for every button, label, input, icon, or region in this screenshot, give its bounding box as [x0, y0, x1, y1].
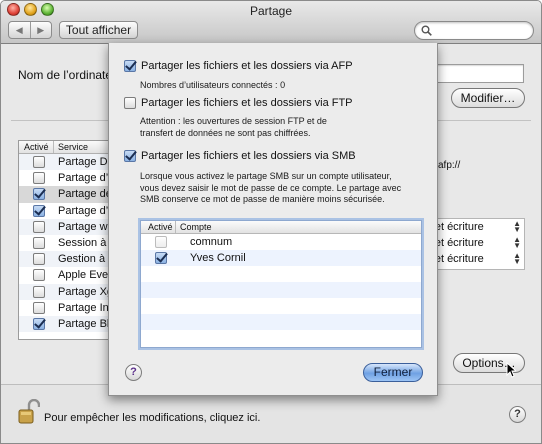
smb-checkbox[interactable] — [124, 150, 136, 162]
smb-warning-text: Lorsque vous activez le partage SMB sur … — [140, 171, 401, 206]
service-checkbox[interactable] — [33, 301, 45, 314]
service-checkbox[interactable] — [33, 317, 45, 330]
service-label: Partage D — [58, 156, 108, 169]
ftp-warning-line-1: Attention : les ouvertures de session FT… — [140, 116, 327, 126]
service-label: Partage de — [58, 188, 112, 201]
afp-sharing-checkbox-row[interactable]: Partager les fichiers et les dossiers vi… — [124, 60, 353, 72]
afp-checkbox[interactable] — [124, 60, 136, 72]
service-checkbox[interactable] — [33, 285, 45, 298]
popup-arrows-icon[interactable]: ▲ ▼ — [513, 236, 521, 250]
ftp-checkbox[interactable] — [124, 97, 136, 109]
lock-message[interactable]: Pour empêcher les modifications, cliquez… — [44, 412, 260, 424]
ftp-sharing-checkbox-row[interactable]: Partager les fichiers et les dossiers vi… — [124, 97, 353, 109]
smb-sharing-checkbox-row[interactable]: Partager les fichiers et les dossiers vi… — [124, 150, 356, 162]
ftp-sharing-label[interactable]: Partager les fichiers et les dossiers vi… — [141, 97, 353, 109]
account-name: Yves Cornil — [190, 252, 246, 264]
account-row[interactable] — [141, 298, 421, 314]
close-sheet-button[interactable]: Fermer — [363, 363, 423, 382]
mouse-cursor-icon — [506, 362, 516, 378]
service-label: Partage d’ — [58, 172, 109, 185]
help-button[interactable]: ? — [509, 406, 526, 423]
service-label: Partage we — [58, 220, 114, 233]
ftp-warning-line-2: transfert de données ne sont pas chiffré… — [140, 127, 311, 138]
service-label: Partage Xg — [58, 285, 114, 298]
show-all-button[interactable]: Tout afficher — [59, 21, 138, 39]
service-checkbox[interactable] — [33, 172, 45, 185]
search-field[interactable] — [414, 21, 534, 40]
service-checkbox[interactable] — [33, 237, 45, 250]
afp-users-text: Nombres d’utilisateurs connectés : 0 — [140, 80, 286, 90]
service-label: Session à — [58, 237, 107, 250]
service-label: Partage Bl — [58, 317, 110, 330]
accounts-table-header: Activé Compte — [141, 221, 421, 234]
account-row[interactable] — [141, 314, 421, 330]
service-column-header[interactable]: Service — [54, 141, 88, 153]
account-row[interactable] — [141, 282, 421, 298]
active-column-header[interactable]: Activé — [141, 221, 176, 233]
smb-warning-line-1: Lorsque vous activez le partage SMB sur … — [140, 171, 392, 181]
account-checkbox[interactable] — [155, 252, 167, 264]
system-preferences-window: Partage ◀ ▶ Tout afficher Nom de l’ordin… — [0, 0, 542, 444]
modify-button[interactable]: Modifier… — [451, 88, 525, 108]
service-label: Apple Eve — [58, 269, 109, 282]
service-label: Partage d’ — [58, 204, 109, 217]
service-checkbox[interactable] — [33, 220, 45, 233]
search-icon — [421, 25, 432, 36]
ftp-warning-text: Attention : les ouvertures de session FT… — [140, 116, 327, 139]
account-row[interactable] — [141, 330, 421, 346]
afp-sharing-label[interactable]: Partager les fichiers et les dossiers vi… — [141, 60, 353, 72]
afp-url-text: afp:// — [438, 160, 461, 171]
account-column-header[interactable]: Compte — [176, 221, 212, 233]
back-arrow-icon[interactable]: ◀ — [9, 22, 30, 38]
window-title: Partage — [249, 4, 293, 18]
account-name: comnum — [190, 236, 233, 248]
account-row[interactable]: comnum — [141, 234, 421, 250]
computer-name-input[interactable] — [435, 64, 524, 83]
popup-arrows-icon[interactable]: ▲ ▼ — [513, 220, 521, 234]
back-forward-control: ◀ ▶ — [8, 21, 52, 39]
lock-open-icon[interactable] — [18, 399, 40, 425]
service-label: Gestion à — [58, 253, 106, 266]
service-checkbox[interactable] — [33, 204, 45, 217]
file-sharing-options-sheet: Partager les fichiers et les dossiers vi… — [108, 43, 438, 396]
title-bar: Partage ◀ ▶ Tout afficher — [1, 1, 541, 44]
service-label: Partage In — [58, 301, 109, 314]
popup-arrows-icon[interactable]: ▲ ▼ — [513, 252, 521, 266]
account-checkbox[interactable] — [155, 236, 167, 248]
forward-arrow-icon[interactable]: ▶ — [29, 22, 52, 38]
smb-warning-line-2: vous devez saisir le mot de passe de ce … — [140, 182, 402, 193]
computer-name-label: Nom de l’ordinateur — [18, 68, 123, 82]
account-row[interactable] — [141, 266, 421, 282]
service-checkbox[interactable] — [33, 253, 45, 266]
service-checkbox[interactable] — [33, 188, 45, 201]
active-column-header[interactable]: Activé — [19, 141, 54, 153]
service-checkbox[interactable] — [33, 156, 45, 169]
smb-sharing-label[interactable]: Partager les fichiers et les dossiers vi… — [141, 150, 356, 162]
sheet-help-button[interactable]: ? — [125, 364, 142, 381]
smb-warning-line-3: SMB conserve ce mot de passe de manière … — [140, 194, 385, 204]
account-row[interactable]: Yves Cornil — [141, 250, 421, 266]
service-checkbox[interactable] — [33, 269, 45, 282]
smb-accounts-table[interactable]: Activé Compte comnum Yves Cornil — [140, 220, 422, 348]
